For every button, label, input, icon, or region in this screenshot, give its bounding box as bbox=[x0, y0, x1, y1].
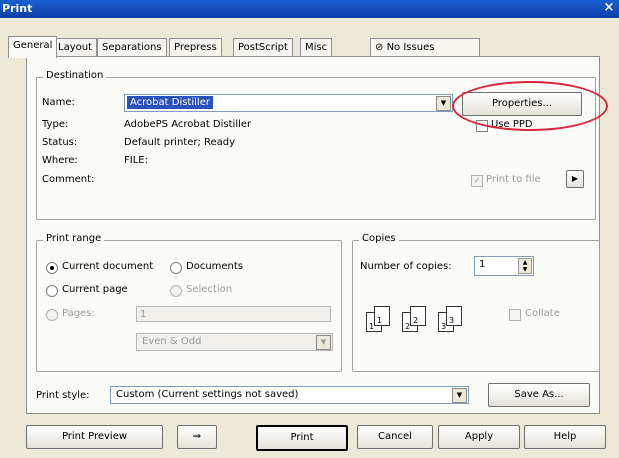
save-as-button[interactable]: Save As... bbox=[488, 383, 590, 407]
tab-general[interactable]: General bbox=[8, 36, 58, 58]
no-issues-icon: ⊘ bbox=[375, 42, 384, 53]
documents-label: Documents bbox=[186, 261, 244, 272]
print-preview-button[interactable]: Print Preview bbox=[26, 425, 163, 449]
current-page-radio[interactable] bbox=[46, 285, 58, 297]
name-label: Name: bbox=[42, 97, 75, 108]
current-document-radio[interactable] bbox=[46, 262, 58, 274]
print-style-select[interactable]: Custom (Current settings not saved) ▼ bbox=[110, 386, 469, 404]
properties-button[interactable]: Properties... bbox=[462, 92, 582, 116]
tab-prepress[interactable]: Prepress bbox=[169, 38, 222, 57]
pages-label: Pages: bbox=[62, 308, 95, 319]
printer-name-value: Acrobat Distiller bbox=[127, 96, 213, 109]
destination-legend: Destination bbox=[43, 70, 107, 81]
chevron-down-icon[interactable]: ▼ bbox=[316, 335, 331, 350]
print-dialog: Print × General Layout Separations Prepr… bbox=[0, 0, 619, 458]
cancel-button[interactable]: Cancel bbox=[357, 425, 433, 449]
spin-down-icon[interactable]: ▼ bbox=[523, 266, 528, 273]
current-page-label: Current page bbox=[62, 284, 128, 295]
type-value: AdobePS Acrobat Distiller bbox=[124, 119, 252, 130]
even-odd-select[interactable]: Even & Odd ▼ bbox=[136, 333, 333, 351]
title-bar: Print × bbox=[0, 0, 619, 18]
pages-input[interactable]: 1 bbox=[136, 306, 331, 322]
tab-postscript[interactable]: PostScript bbox=[233, 38, 293, 57]
number-of-copies-label: Number of copies: bbox=[360, 261, 452, 272]
print-button[interactable]: Print bbox=[256, 425, 348, 451]
current-document-label: Current document bbox=[62, 261, 154, 272]
close-icon[interactable]: × bbox=[603, 0, 615, 16]
print-to-file-options-button[interactable]: ▶ bbox=[566, 170, 584, 188]
pages-radio[interactable] bbox=[46, 309, 58, 321]
apply-button[interactable]: Apply bbox=[438, 425, 520, 449]
tab-misc[interactable]: Misc bbox=[300, 38, 333, 57]
type-label: Type: bbox=[42, 119, 69, 130]
copies-value: 1 bbox=[479, 259, 486, 270]
tab-separations[interactable]: Separations bbox=[97, 38, 167, 57]
selection-label: Selection bbox=[186, 284, 233, 295]
collate-label: Collate bbox=[525, 308, 560, 319]
print-to-file-checkbox[interactable]: ✓ bbox=[471, 175, 483, 187]
printer-name-select[interactable]: Acrobat Distiller ▼ bbox=[124, 94, 453, 112]
print-range-legend: Print range bbox=[43, 233, 105, 244]
preview-arrow-icon: ⇒ bbox=[192, 431, 202, 442]
collate-page: 1 bbox=[374, 306, 390, 326]
collate-page: 2 bbox=[410, 306, 426, 326]
collate-page: 3 bbox=[446, 306, 462, 326]
print-to-file-label: Print to file bbox=[486, 174, 541, 185]
use-ppd-label: Use PPD bbox=[491, 119, 533, 130]
status-label: Status: bbox=[42, 137, 78, 148]
spin-up-icon[interactable]: ▲ bbox=[523, 259, 528, 266]
tab-no-issues[interactable]: ⊘ No Issues bbox=[370, 38, 480, 57]
status-value: Default printer; Ready bbox=[124, 137, 236, 148]
tab-no-issues-label: No Issues bbox=[386, 42, 435, 53]
chevron-down-icon[interactable]: ▼ bbox=[436, 96, 451, 111]
window-title: Print bbox=[2, 2, 33, 15]
collate-illustration-icon: 1 1 2 2 3 3 bbox=[360, 300, 490, 336]
even-odd-value: Even & Odd bbox=[142, 336, 202, 347]
preview-toggle-button[interactable]: ⇒ bbox=[177, 425, 217, 449]
documents-radio[interactable] bbox=[170, 262, 182, 274]
comment-label: Comment: bbox=[42, 174, 95, 185]
where-label: Where: bbox=[42, 155, 78, 166]
collate-checkbox[interactable] bbox=[509, 309, 521, 321]
selection-radio[interactable] bbox=[170, 285, 182, 297]
chevron-down-icon[interactable]: ▼ bbox=[452, 388, 467, 403]
copies-legend: Copies bbox=[359, 233, 399, 244]
help-button[interactable]: Help bbox=[524, 425, 606, 449]
copies-stepper[interactable]: 1 ▲ ▼ bbox=[474, 256, 534, 276]
spin-arrows-icon[interactable]: ▲ ▼ bbox=[518, 258, 532, 274]
print-style-value: Custom (Current settings not saved) bbox=[116, 389, 299, 400]
use-ppd-checkbox[interactable] bbox=[476, 120, 488, 132]
print-style-label: Print style: bbox=[36, 390, 90, 401]
where-value: FILE: bbox=[124, 155, 148, 166]
tab-layout[interactable]: Layout bbox=[53, 38, 97, 57]
